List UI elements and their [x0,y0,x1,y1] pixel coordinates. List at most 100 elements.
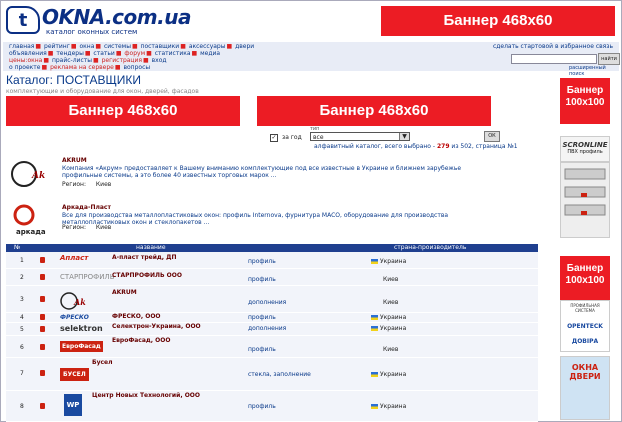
supplier-icon [40,296,45,302]
okna-dveri-ad[interactable]: ОКНА ДВЕРИ [560,356,610,420]
featured-name[interactable]: AKRUM [62,157,87,164]
featured-supplier: аркада Аркада-Пласт Все для производства… [6,204,546,240]
row-name[interactable]: Центр Новых Технологий, ООО [92,392,200,399]
nav-pricelists[interactable]: прайс-листы [52,57,92,64]
nav-ads[interactable]: объявления [9,50,47,57]
akrum-logo[interactable]: Ak [10,157,54,191]
row-country: Украина [371,325,406,332]
nav-prices[interactable]: цены:окна [9,57,42,64]
row-name[interactable]: ФРЕСКО, ООО [112,313,161,320]
nav-windows[interactable]: окна [79,43,94,50]
nav-register[interactable]: регистрация [102,57,142,64]
nav-media[interactable]: медиа [200,50,220,57]
banner-100-top[interactable]: Баннер 100x100 [560,78,610,124]
chevron-down-icon[interactable]: ▼ [399,133,409,140]
nav-suppliers[interactable]: поставщики [141,43,180,50]
nav-advertising[interactable]: реклама на сервере [50,64,114,71]
table-row[interactable]: 5 selektron Селектрон-Украина, ООО допол… [6,323,538,336]
advanced-search-link[interactable]: расширенный поиск [569,65,619,77]
row-city: Киев [383,346,399,353]
col-name: название [136,244,166,251]
nav-forum[interactable]: форум [124,50,145,57]
nav-stats[interactable]: статистика [155,50,191,57]
type-select-value: все [313,134,324,141]
row-name[interactable]: AKRUM [112,289,137,296]
counts-total: 279 [436,143,450,150]
row-number: 2 [20,274,24,281]
featured-region: Регион: Киев [62,224,112,231]
top-banner[interactable]: Баннер 468x60 [381,6,615,36]
table-row[interactable]: 3 Ak AKRUM дополнения Киев [6,286,538,313]
nav-login[interactable]: вход [152,57,167,64]
openteck-ad[interactable]: ПРОФИЛЬНАЯ СИСТЕМА OPENTECK ДОВІРА [560,300,610,352]
nav-line-4: о проекте■ реклама на сервере■ вопросы [9,64,151,71]
row-name[interactable]: СТАРПРОФИЛЬ ООО [112,272,182,279]
row-country: Украина [371,258,406,265]
table-row[interactable]: 8 WP Центр Новых Технологий, ООО профиль… [6,391,538,422]
svg-text:Ak: Ak [73,297,86,307]
row-logo[interactable]: СТАРПРОФИЛЬ [60,273,115,282]
nav-about[interactable]: о проекте [9,64,40,71]
scronline-ad[interactable]: SCRONLINE ПВХ профиль [560,136,610,162]
search-button[interactable]: найти [598,53,620,65]
banner-100-mid[interactable]: Баннер 100x100 [560,256,610,300]
year-checkbox[interactable]: ✓ [270,134,278,142]
counts-prefix: алфавитный каталог, всего выбрано - [314,143,436,150]
arkada-plast-logo[interactable]: аркада [10,204,54,238]
row-logo[interactable]: WP [64,394,82,416]
table-row[interactable]: 2 СТАРПРОФИЛЬ СТАРПРОФИЛЬ ООО профиль Ки… [6,269,538,286]
scronline-ad-image[interactable] [560,162,610,238]
nav-tenders[interactable]: тендеры [56,50,84,57]
logo-mark: t [6,6,40,34]
nav-rating[interactable]: рейтинг [44,43,70,50]
row-type: дополнения [248,299,287,306]
nav-home[interactable]: главная [9,43,34,50]
row-number: 4 [20,314,24,321]
row-logo[interactable]: ФРЕСКО [60,313,89,322]
banner-left[interactable]: Баннер 468x60 [6,96,240,126]
row-name[interactable]: А-пласт трейд, ДП [112,254,176,261]
search-input[interactable] [511,54,597,64]
row-number: 1 [20,257,24,264]
row-city: Киев [383,299,399,306]
row-type: профиль [248,346,276,353]
nav-accessories[interactable]: аксессуары [189,43,226,50]
featured-description: Все для производства металлопластиковых … [62,212,449,226]
row-name[interactable]: Селектрон-Украина, ООО [112,323,201,330]
row-logo[interactable]: Ak [60,291,106,314]
row-logo[interactable]: БУСЕЛ [60,368,89,381]
row-number: 7 [20,370,24,377]
nav-articles[interactable]: статьи [93,50,114,57]
col-number: № [14,244,21,251]
row-type: профиль [248,276,276,283]
row-name[interactable]: Бусел [92,359,113,366]
year-checkbox-label: за год [282,134,302,141]
ok-button[interactable]: ОК [484,131,500,142]
page-title: Каталог: ПОСТАВЩИКИ [6,73,141,87]
table-row[interactable]: 7 БУСЕЛ Бусел стекла, заполнение Украина [6,358,538,391]
counts-suffix: из 502, страница №1 [451,143,518,150]
filter-form: ✓ за год тип все ▼ ОК алфавитный каталог… [268,126,518,152]
supplier-icon [40,403,45,409]
table-row[interactable]: 1 Апласт А-пласт трейд, ДП профиль Украи… [6,252,538,269]
row-logo[interactable]: ЕвроФасад [60,341,103,352]
row-logo[interactable]: selektron [60,324,103,333]
row-type: стекла, заполнение [248,371,311,378]
logo-subtitle: каталог оконных систем [46,28,138,36]
featured-region: Регион: Киев [62,181,112,188]
supplier-icon [40,314,45,320]
type-select[interactable]: все ▼ [310,132,410,141]
site-logo[interactable]: t OKNA.com.ua каталог оконных систем [6,6,191,36]
row-logo[interactable]: Апласт [60,254,88,263]
nav-systems[interactable]: системы [104,43,131,50]
banner-right[interactable]: Баннер 468x60 [257,96,491,126]
nav-doors[interactable]: двери [235,43,254,50]
nav-utility-links[interactable]: сделать стартовой в избранное связь [493,43,613,50]
table-row[interactable]: 6 ЕвроФасад ЕвроФасад, ООО профиль Киев [6,336,538,358]
nav-questions[interactable]: вопросы [123,64,150,71]
svg-text:аркада: аркада [16,228,46,236]
featured-name[interactable]: Аркада-Пласт [62,204,111,211]
table-row[interactable]: 4 ФРЕСКО ФРЕСКО, ООО профиль Украина [6,313,538,323]
col-country: страна-производитель [394,244,467,251]
row-name[interactable]: ЕвроФасад, ООО [112,337,170,344]
